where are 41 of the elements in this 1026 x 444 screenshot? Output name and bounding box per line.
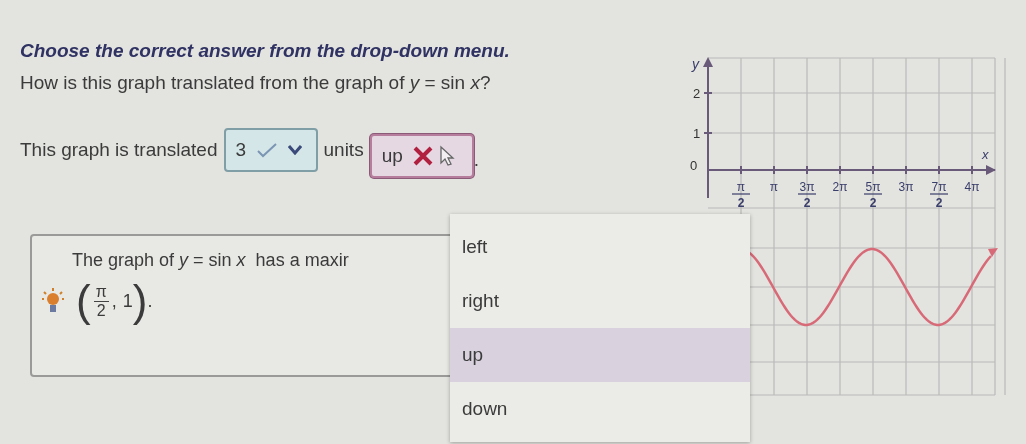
answer-dropdown[interactable]: 3 — [223, 128, 318, 172]
tick-label: 1 — [693, 126, 701, 141]
tick-label: 4π — [964, 180, 980, 194]
instruction-text: Choose the correct answer from the drop-down menu. — [20, 40, 511, 62]
tick-label: 2 — [693, 86, 701, 101]
lightbulb-icon — [42, 288, 64, 314]
menu-option[interactable]: left — [450, 220, 750, 274]
menu-option[interactable]: up — [450, 328, 750, 382]
tick-label: 5π — [865, 180, 881, 194]
mouse-pointer-icon — [438, 145, 455, 167]
menu-option[interactable]: down — [450, 382, 750, 436]
period-text: . — [473, 149, 479, 171]
axis-label: y — [692, 56, 699, 72]
parenthesis: ( — [76, 279, 91, 323]
tick-label: π — [736, 180, 746, 194]
tick-label: 7π — [931, 180, 947, 194]
fraction-denominator: 2 — [96, 301, 106, 320]
sentence-text: This graph is translated — [20, 139, 218, 161]
question-text: How is this graph translated from the graph of y = sin x? — [20, 72, 492, 94]
menu-option[interactable]: right — [450, 274, 750, 328]
tick-label: 2 — [803, 196, 811, 210]
fraction-numerator: π — [93, 282, 109, 302]
tick-label: 2 — [737, 196, 745, 210]
tick-label: π — [769, 180, 779, 194]
check-icon — [256, 142, 279, 158]
answer-dropdown[interactable]: up — [369, 134, 474, 178]
axis-label: x — [982, 147, 989, 162]
cross-icon — [412, 146, 433, 166]
coordinate-text: 1 — [122, 290, 133, 312]
tick-label: 2 — [935, 196, 943, 210]
hint-text: The graph of y = sin x has a maxir — [72, 250, 349, 271]
tick-label: 3π — [898, 180, 914, 194]
sentence-text: units — [323, 139, 364, 161]
chevron-down-icon — [288, 145, 303, 155]
parenthesis: ) — [132, 279, 148, 323]
comma-text: , — [111, 290, 117, 312]
tick-label: 0 — [690, 158, 698, 173]
period-text: . — [147, 290, 153, 312]
tick-label: 2π — [832, 180, 848, 194]
tick-label: 2 — [869, 196, 877, 210]
tick-label: 3π — [799, 180, 815, 194]
